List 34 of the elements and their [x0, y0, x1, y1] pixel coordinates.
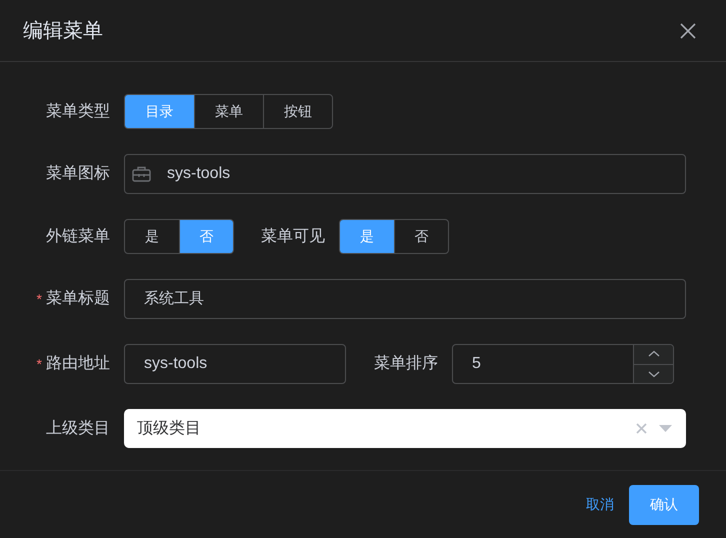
required-mark: *	[36, 290, 42, 308]
dialog-title: 编辑菜单	[23, 18, 103, 44]
parent-select-field[interactable]: 顶级类目	[124, 409, 686, 448]
input-value: sys-tools	[167, 164, 230, 184]
cancel-button[interactable]: 取消	[585, 484, 615, 524]
segment-option[interactable]: 是	[125, 220, 179, 253]
field-label: 上级类目	[46, 418, 110, 438]
decrease-button[interactable]	[634, 364, 673, 383]
segment-option[interactable]: 按钮	[263, 95, 332, 128]
field-label: 菜单类型	[46, 102, 110, 122]
field-label: 菜单排序	[374, 355, 438, 372]
input-value: sys-tools	[144, 354, 208, 374]
field-label: 路由地址	[46, 354, 110, 374]
field-label: 菜单标题	[46, 288, 110, 309]
field-label: 菜单可见	[261, 228, 325, 244]
field-label: 菜单图标	[46, 164, 110, 184]
select-value: 顶级类目	[137, 418, 201, 438]
chevron-down-icon	[648, 370, 660, 378]
segment-option[interactable]: 否	[394, 220, 448, 253]
input-value: 系统工具	[144, 288, 204, 309]
close-icon[interactable]	[680, 22, 696, 38]
chevron-up-icon	[648, 350, 660, 358]
input-value: 5	[472, 354, 481, 374]
field-label: 外链菜单	[46, 226, 110, 246]
number-input-field[interactable]: 5	[452, 344, 674, 384]
required-mark: *	[36, 354, 42, 374]
route-input-field[interactable]: sys-tools	[124, 344, 346, 384]
toolbox-icon	[132, 166, 151, 182]
title-input-field[interactable]: 系统工具	[124, 279, 686, 319]
segment-option[interactable]: 菜单	[194, 95, 263, 128]
caret-icon[interactable]	[659, 425, 672, 432]
icon-input-field[interactable]: sys-tools	[124, 154, 686, 194]
clear-icon[interactable]	[636, 423, 647, 434]
increase-button[interactable]	[634, 345, 673, 364]
